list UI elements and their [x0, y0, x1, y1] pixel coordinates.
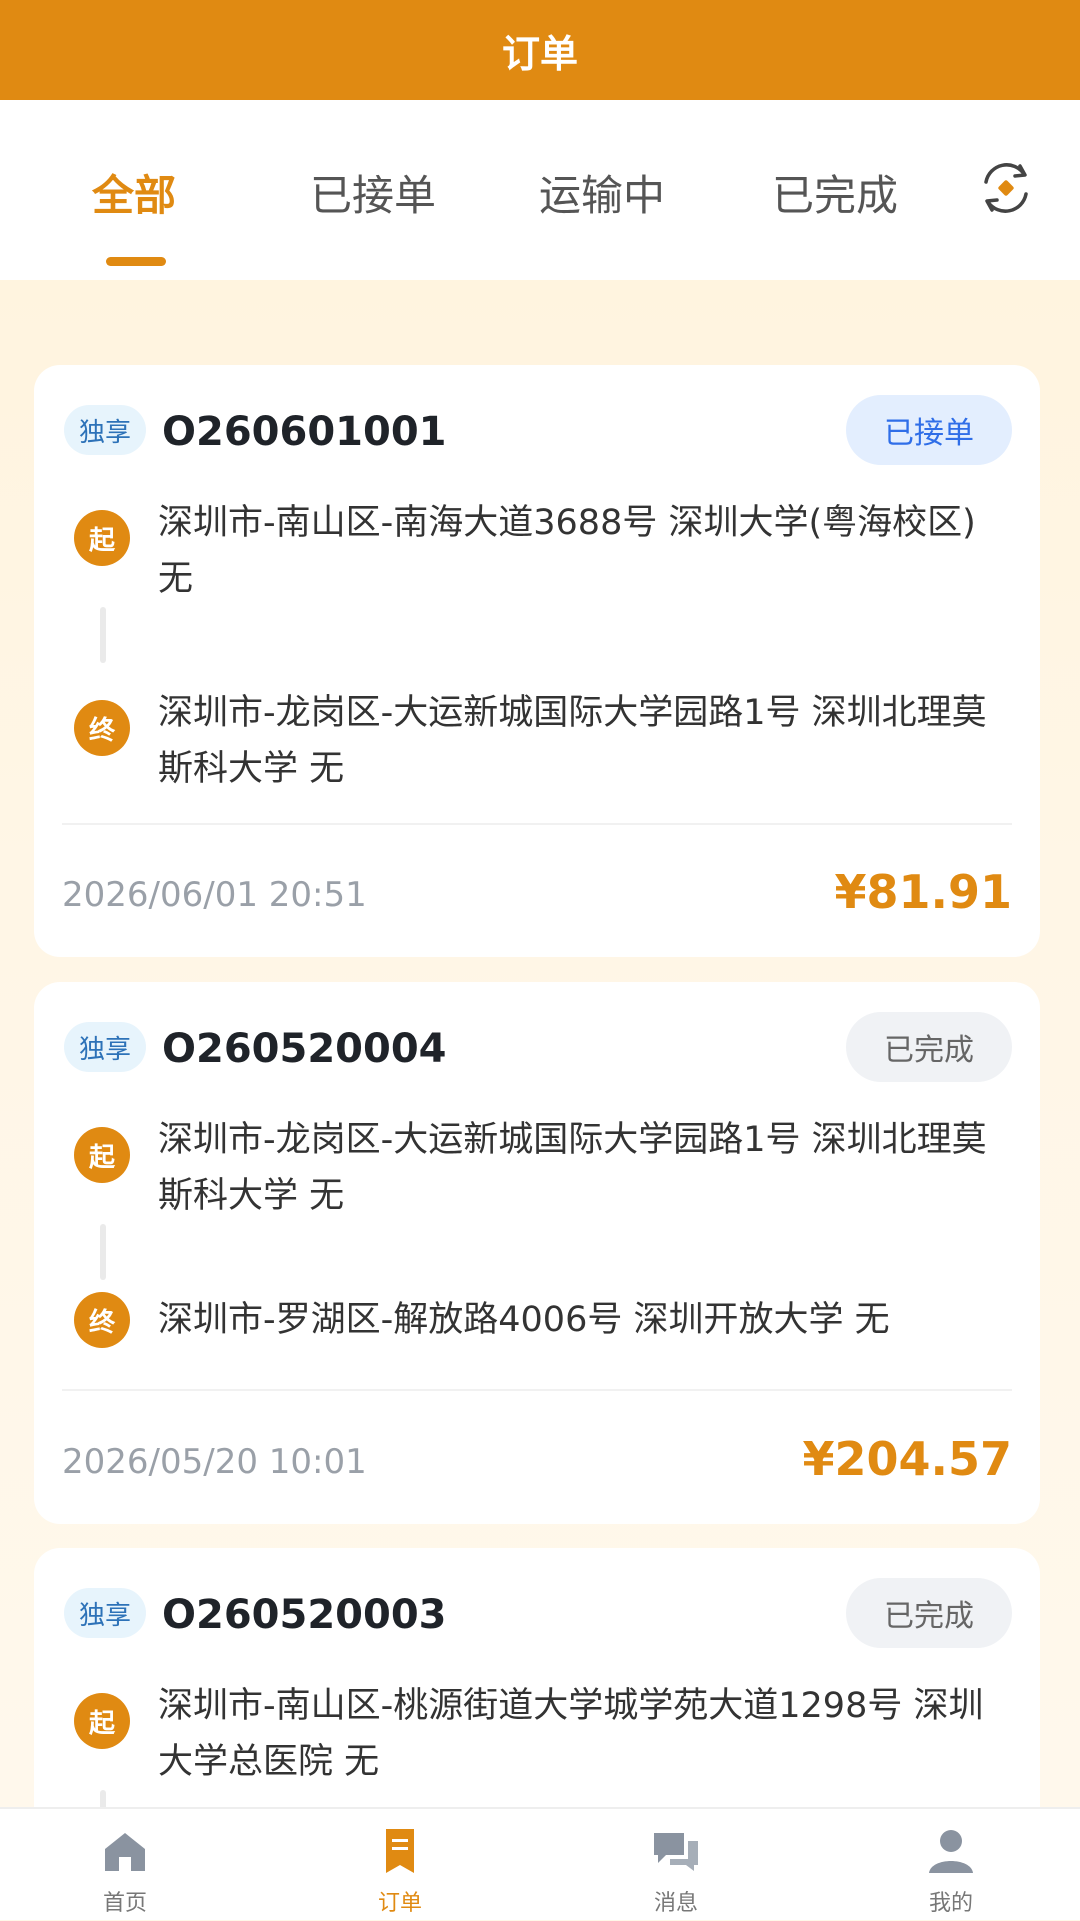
tab-completed[interactable]: 已完成 — [772, 162, 898, 223]
order-price: ¥81.91 — [834, 865, 1012, 919]
active-tab-indicator — [106, 257, 166, 266]
home-icon — [105, 1833, 145, 1871]
nav-label: 我的 — [928, 1891, 973, 1916]
status-badge: 已接单 — [846, 395, 1012, 465]
start-point-icon: 起 — [74, 1127, 130, 1183]
tab-accepted[interactable]: 已接单 — [310, 162, 436, 223]
order-date: 2026/05/20 10:01 — [62, 1442, 367, 1482]
nav-label: 订单 — [377, 1891, 422, 1916]
start-address: 深圳市-南山区-南海大道3688号 深圳大学(粤海校区) 无 — [158, 503, 976, 599]
nav-home[interactable]: 首页 — [55, 1821, 195, 1921]
top-bar: 订单 — [0, 0, 1080, 100]
end-point-icon: 终 — [74, 1292, 130, 1348]
tab-in-transit[interactable]: 运输中 — [539, 162, 665, 223]
order-icon — [386, 1829, 414, 1873]
nav-messages[interactable]: 消息 — [606, 1821, 746, 1921]
nav-label: 首页 — [102, 1891, 147, 1916]
order-card[interactable]: 独享 O260520003 已完成 起 深圳市-南山区-桃源街道大学城学苑大道1… — [34, 1548, 1040, 1807]
order-number: O260601001 — [162, 409, 447, 455]
order-number: O260520004 — [162, 1026, 447, 1072]
start-address: 深圳市-南山区-桃源街道大学城学苑大道1298号 深圳大学总医院 无 — [158, 1686, 984, 1782]
order-card[interactable]: 独享 O260601001 已接单 起 深圳市-南山区-南海大道3688号 深圳… — [34, 365, 1040, 957]
order-card[interactable]: 独享 O260520004 已完成 起 深圳市-龙岗区-大运新城国际大学园路1号… — [34, 982, 1040, 1524]
order-list[interactable]: 独享 O260601001 已接单 起 深圳市-南山区-南海大道3688号 深圳… — [0, 280, 1080, 1807]
tab-all[interactable]: 全部 — [92, 162, 176, 223]
start-address: 深圳市-龙岗区-大运新城国际大学园路1号 深圳北理莫斯科大学 无 — [158, 1120, 987, 1216]
start-point-icon: 起 — [74, 1693, 130, 1749]
end-address: 深圳市-龙岗区-大运新城国际大学园路1号 深圳北理莫斯科大学 无 — [158, 693, 987, 789]
status-badge: 已完成 — [846, 1578, 1012, 1648]
scan-icon[interactable] — [978, 160, 1034, 216]
exclusive-badge: 独享 — [64, 1022, 146, 1072]
exclusive-badge: 独享 — [64, 1588, 146, 1638]
page-title: 订单 — [501, 31, 578, 76]
route-connector — [100, 1790, 106, 1807]
message-icon — [654, 1833, 698, 1871]
profile-icon — [929, 1830, 973, 1873]
order-number: O260520003 — [162, 1592, 447, 1638]
nav-profile[interactable]: 我的 — [881, 1821, 1021, 1921]
nav-label: 消息 — [653, 1891, 698, 1916]
order-price: ¥204.57 — [802, 1432, 1012, 1486]
tab-bar: 全部 已接单 运输中 已完成 — [0, 100, 1080, 280]
status-badge: 已完成 — [846, 1012, 1012, 1082]
order-date: 2026/06/01 20:51 — [62, 875, 367, 915]
end-point-icon: 终 — [74, 700, 130, 756]
divider — [62, 1389, 1012, 1391]
bottom-nav: 首页 订单 消息 我的 — [0, 1807, 1080, 1920]
end-address: 深圳市-罗湖区-解放路4006号 深圳开放大学 无 — [158, 1300, 890, 1340]
nav-orders[interactable]: 订单 — [330, 1821, 470, 1921]
divider — [62, 823, 1012, 825]
route-connector — [100, 607, 106, 663]
start-point-icon: 起 — [74, 510, 130, 566]
exclusive-badge: 独享 — [64, 405, 146, 455]
route-connector — [100, 1224, 106, 1280]
